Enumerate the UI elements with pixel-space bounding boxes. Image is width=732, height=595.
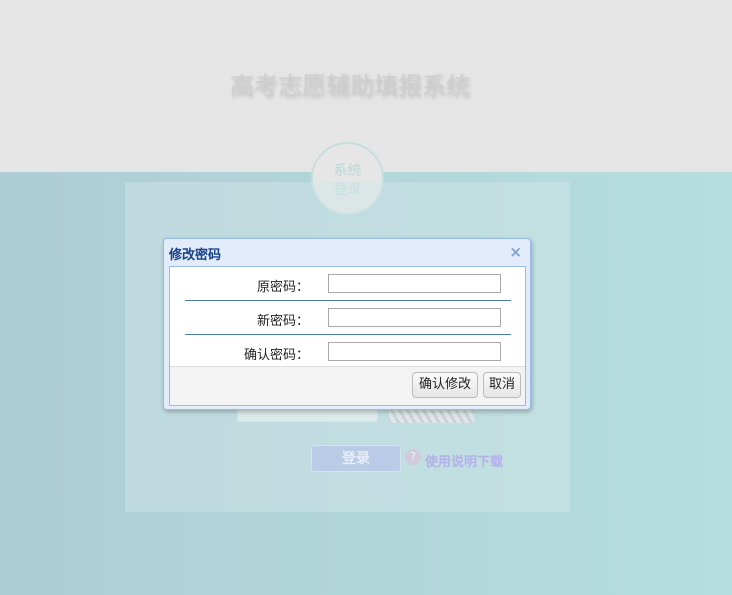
- cancel-button[interactable]: 取消: [483, 372, 521, 398]
- old-password-label: 原密码：: [256, 280, 309, 295]
- old-password-row: 原密码：: [170, 267, 525, 300]
- manual-download-link[interactable]: 使用说明下载: [425, 451, 503, 470]
- badge-line-1: 系统: [333, 163, 362, 179]
- close-icon[interactable]: ×: [509, 243, 522, 261]
- help-icon: ?: [405, 449, 421, 465]
- old-password-input[interactable]: [328, 274, 501, 293]
- new-password-input[interactable]: [328, 308, 501, 327]
- confirm-password-input[interactable]: [328, 342, 501, 361]
- new-password-label: 新密码：: [256, 314, 309, 329]
- confirm-change-button[interactable]: 确认修改: [412, 372, 478, 398]
- change-password-dialog: 修改密码 × 原密码： 新密码： 确认密码： 确认修改 取消: [163, 238, 531, 410]
- confirm-password-row: 确认密码：: [170, 335, 525, 368]
- dialog-title: 修改密码: [169, 248, 222, 263]
- new-password-row: 新密码：: [170, 301, 525, 334]
- login-button[interactable]: 登录: [311, 445, 401, 472]
- dialog-footer: 确认修改 取消: [170, 366, 525, 405]
- system-title: 高考志愿辅助填报系统: [230, 72, 470, 100]
- confirm-password-label: 确认密码：: [243, 348, 309, 363]
- dialog-body: 原密码： 新密码： 确认密码： 确认修改 取消: [169, 266, 526, 406]
